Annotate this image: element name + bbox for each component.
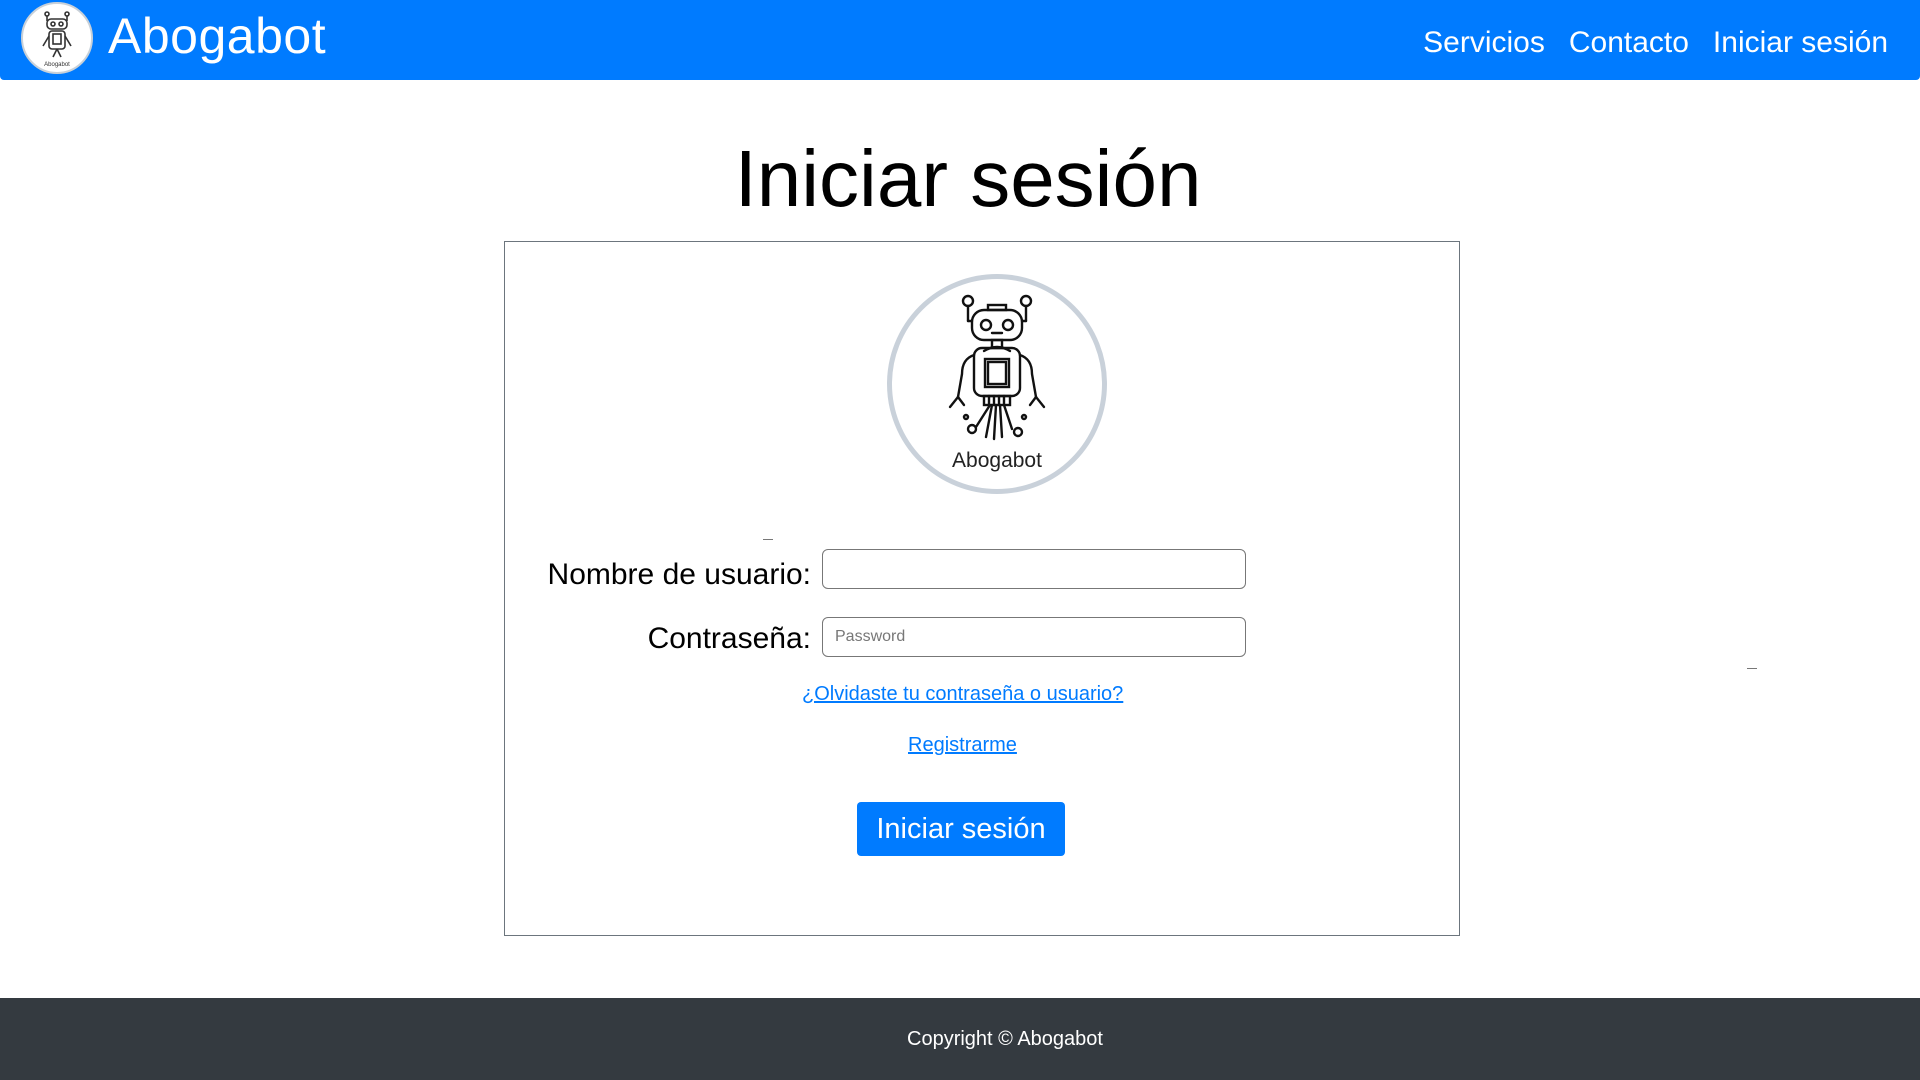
password-label: Contraseña:	[647, 622, 811, 655]
nav-link-servicios[interactable]: Servicios	[1423, 22, 1545, 64]
password-field[interactable]	[822, 617, 1246, 657]
login-card: Abogabot Nombre de usuario: Contraseña: …	[504, 241, 1757, 936]
divider	[763, 539, 773, 540]
brand-name[interactable]: Abogabot	[108, 4, 326, 68]
nav-link-contacto[interactable]: Contacto	[1569, 22, 1689, 64]
card-logo: Abogabot	[887, 274, 1107, 494]
nav-links: Servicios Contacto Iniciar sesión	[1399, 22, 1888, 64]
footer: Copyright © Abogabot	[0, 998, 1920, 1080]
brand-logo-text: Abogabot	[44, 62, 70, 68]
footer-copyright: Copyright © Abogabot	[907, 1028, 1103, 1050]
username-field[interactable]	[822, 549, 1246, 589]
register-link[interactable]: Registrarme	[908, 731, 1017, 759]
brand-logo[interactable]: Abogabot	[21, 2, 93, 74]
card-logo-caption: Abogabot	[952, 449, 1042, 472]
page-title: Iniciar sesión	[734, 134, 1202, 223]
username-label: Nombre de usuario:	[547, 558, 811, 591]
nav-link-iniciar-sesion[interactable]: Iniciar sesión	[1713, 22, 1888, 64]
robot-logo-icon: Abogabot	[42, 11, 72, 68]
forgot-password-link[interactable]: ¿Olvidaste tu contraseña o usuario?	[802, 680, 1123, 708]
divider	[1747, 668, 1757, 669]
top-navbar: Abogabot Abogabot Servicios Contacto Ini…	[0, 0, 1920, 80]
login-submit-button[interactable]: Iniciar sesión	[857, 802, 1065, 856]
